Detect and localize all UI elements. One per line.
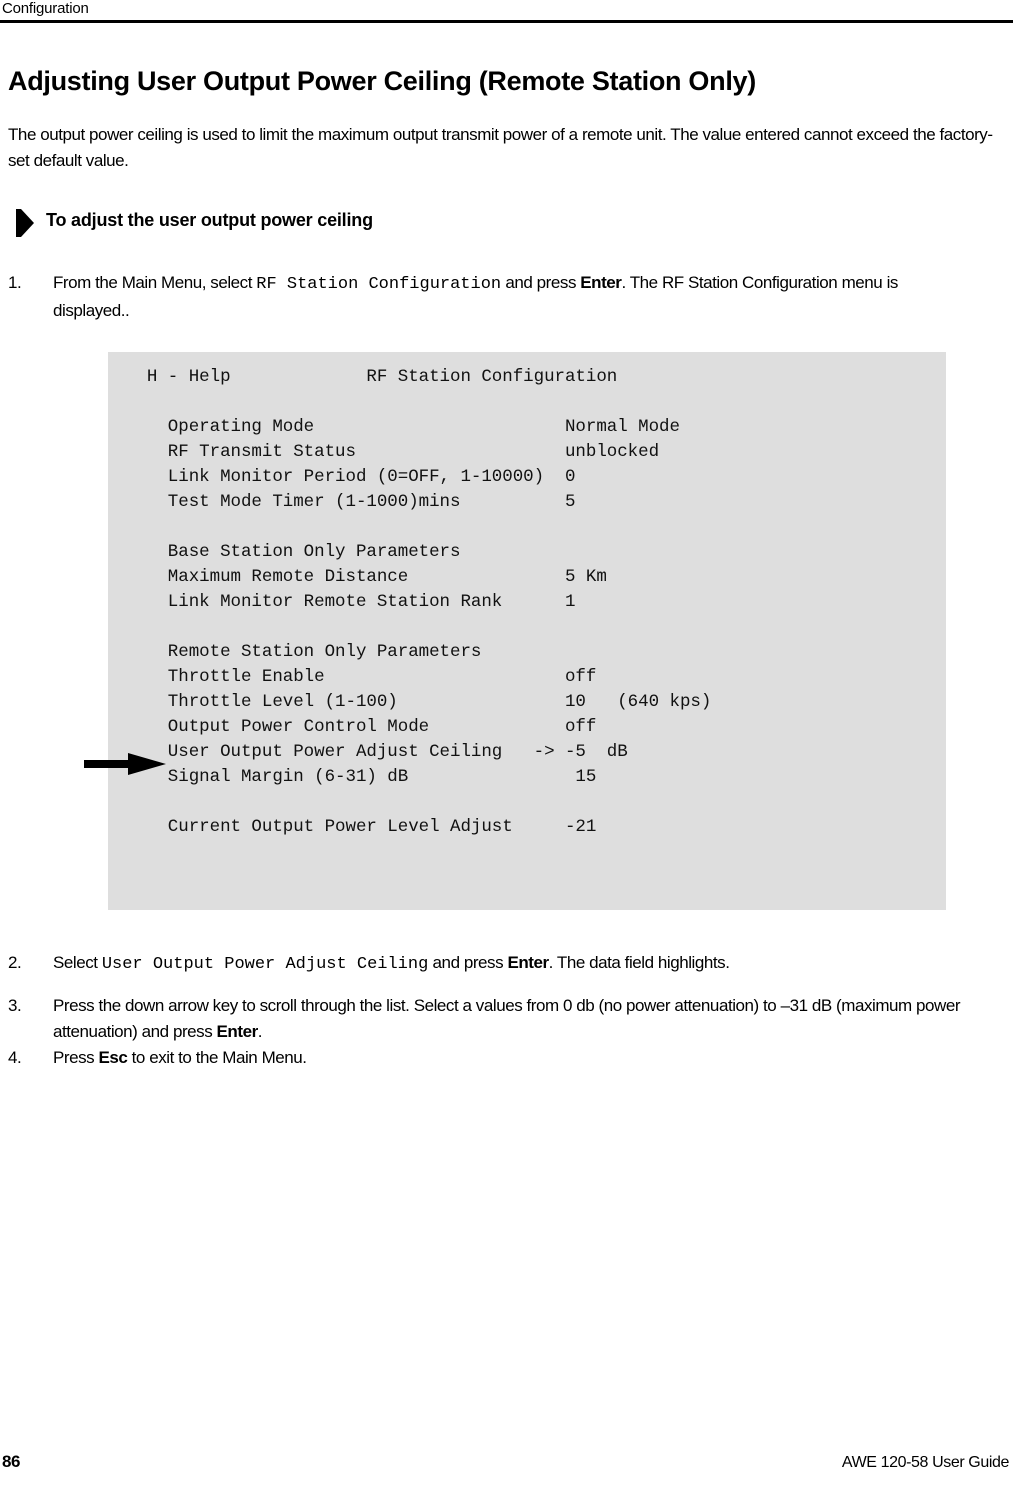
page-footer: 86 AWE 120-58 User Guide (0, 1452, 1013, 1482)
key-name: Esc (98, 1048, 128, 1067)
key-name: Enter (216, 1022, 259, 1041)
step-text: Press Esc to exit to the Main Menu. (53, 1045, 968, 1071)
terminal-line-signal-margin: Signal Margin (6-31) dB 15 (126, 767, 597, 787)
running-head: Configuration (2, 0, 89, 17)
terminal-line-out-pwr-ctrl: Output Power Control Mode off (126, 717, 597, 737)
terminal-line-base-station-hdr: Base Station Only Parameters (126, 542, 461, 562)
text-run: . (257, 1022, 263, 1041)
mono-term: User Output Power Adjust Ceiling (101, 955, 429, 974)
key-name: Enter (507, 953, 549, 972)
step-text: From the Main Menu, select RF Station Co… (53, 270, 968, 324)
procedure-step: 1. From the Main Menu, select RF Station… (8, 270, 968, 324)
procedure-step: 4. Press Esc to exit to the Main Menu. (8, 1045, 968, 1071)
terminal-line-test-mode-timer: Test Mode Timer (1-1000)mins 5 (126, 492, 576, 512)
terminal-screenshot: H - Help RF Station Configuration Operat… (108, 352, 946, 910)
terminal-line-user-out-ceiling: User Output Power Adjust Ceiling -> -5 d… (126, 742, 628, 762)
page-header: Configuration (0, 0, 1013, 24)
text-run: . The data field highlights. (548, 953, 730, 972)
text-run: and press (428, 953, 508, 972)
text-run: Press the down arrow key to scroll throu… (53, 996, 961, 1041)
terminal-line-rf-transmit: RF Transmit Status unblocked (126, 442, 660, 462)
key-name: Enter (580, 273, 622, 292)
procedure-step: 3. Press the down arrow key to scroll th… (8, 993, 998, 1045)
page-title: Adjusting User Output Power Ceiling (Rem… (8, 66, 756, 96)
mono-term: RF Station Configuration (256, 275, 502, 294)
text-run: Press (53, 1048, 99, 1067)
procedure-arrow-icon (16, 209, 34, 237)
guide-name: AWE 120-58 User Guide (841, 1454, 1009, 1471)
terminal-line-link-monitor: Link Monitor Period (0=OFF, 1-10000) 0 (126, 467, 576, 487)
text-run: Select (53, 953, 102, 972)
annotation-arrow-icon (84, 753, 166, 775)
terminal-line-remote-hdr: Remote Station Only Parameters (126, 642, 482, 662)
terminal-line-help-title: H - Help RF Station Configuration (126, 367, 618, 387)
terminal-line-cur-out-pwr: Current Output Power Level Adjust -21 (126, 817, 597, 837)
terminal-line-throttle-enable: Throttle Enable off (126, 667, 597, 687)
header-rule (0, 20, 1013, 23)
procedure-heading-label: To adjust the user output power ceiling (46, 210, 373, 230)
terminal-line-link-mon-rank: Link Monitor Remote Station Rank 1 (126, 592, 576, 612)
page-number: 86 (2, 1452, 21, 1471)
procedure-step: 2. Select User Output Power Adjust Ceili… (8, 950, 968, 978)
step-number: 2. (8, 953, 22, 972)
step-number: 4. (8, 1048, 22, 1067)
terminal-line-max-remote-dist: Maximum Remote Distance 5 Km (126, 567, 607, 587)
step-text: Press the down arrow key to scroll throu… (53, 993, 998, 1045)
terminal-line-operating-mode: Operating Mode Normal Mode (126, 417, 680, 437)
step-number: 1. (8, 273, 22, 292)
text-run: to exit to the Main Menu. (127, 1048, 307, 1067)
step-text: Select User Output Power Adjust Ceiling … (53, 950, 968, 978)
terminal-line-throttle-level: Throttle Level (1-100) 10 (640 kps) (126, 692, 712, 712)
text-run: From the Main Menu, select (53, 273, 257, 292)
intro-paragraph: The output power ceiling is used to limi… (8, 125, 993, 170)
step-number: 3. (8, 996, 22, 1015)
text-run: and press (501, 273, 581, 292)
